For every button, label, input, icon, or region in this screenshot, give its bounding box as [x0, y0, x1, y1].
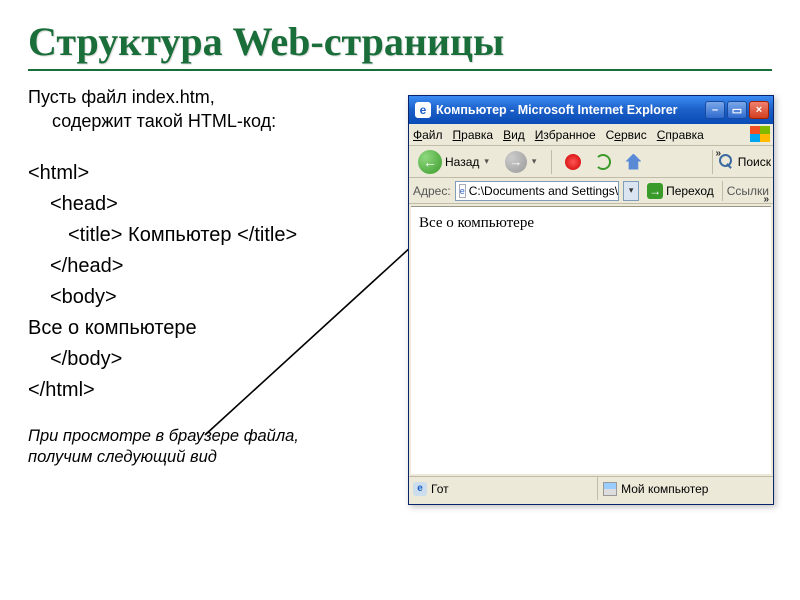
code-line: Все о компьютере [28, 313, 398, 344]
minimize-button[interactable]: – [705, 101, 725, 119]
search-label: Поиск [738, 155, 771, 169]
code-block: <html> <head> <title> Компьютер </title>… [28, 158, 398, 406]
chevron-down-icon[interactable]: ▾ [482, 156, 491, 167]
intro-line-1: Пусть файл index.htm, [28, 87, 215, 107]
maximize-button[interactable]: ▭ [727, 101, 747, 119]
slide-title: Структура Web-страницы [28, 18, 772, 65]
computer-icon [603, 482, 617, 496]
go-button[interactable]: → Переход [643, 183, 718, 199]
refresh-icon [595, 154, 611, 170]
status-text: Гот [431, 482, 449, 496]
footnote-line-1: При просмотре в браузере файла, [28, 427, 299, 445]
titlebar[interactable]: e Компьютер - Microsoft Internet Explore… [409, 96, 773, 124]
page-icon: e [459, 184, 466, 198]
address-value: C:\Documents and Settings\ [469, 184, 618, 198]
back-button[interactable]: ← Назад ▾ [413, 148, 496, 176]
address-label: Адрес: [413, 184, 451, 198]
title-underline [28, 69, 772, 71]
links-button[interactable]: Ссылки [722, 181, 769, 201]
menu-edit[interactable]: Правка [453, 128, 494, 142]
home-icon [625, 154, 641, 170]
menu-view[interactable]: Вид [503, 128, 525, 142]
separator [551, 150, 552, 174]
address-dropdown[interactable]: ▾ [623, 181, 639, 201]
code-line: <body> [28, 282, 398, 313]
chevron-down-icon[interactable]: ▾ [530, 156, 539, 167]
back-label: Назад [445, 155, 479, 169]
forward-button[interactable]: → ▾ [500, 149, 544, 175]
windows-flag-icon [750, 126, 770, 142]
intro-text: Пусть файл index.htm, содержит такой HTM… [28, 85, 398, 134]
menu-tools[interactable]: Сервис [606, 128, 647, 142]
footnote: При просмотре в браузере файла, получим … [28, 426, 398, 469]
search-button[interactable]: Поиск [712, 150, 771, 174]
address-bar: Адрес: e C:\Documents and Settings\ ▾ → … [409, 178, 773, 204]
zone-text: Мой компьютер [621, 482, 708, 496]
code-line: <head> [28, 189, 398, 220]
stop-icon [565, 154, 581, 170]
ie-icon: e [415, 102, 431, 118]
code-line: <title> Компьютер </title> [28, 220, 398, 251]
left-column: Пусть файл index.htm, содержит такой HTM… [28, 85, 398, 468]
status-bar: e Гот Мой компьютер [409, 476, 773, 500]
page-content-text: Все о компьютере [419, 215, 534, 231]
back-arrow-icon: ← [418, 150, 442, 174]
stop-button[interactable] [560, 152, 586, 172]
ie-status-icon: e [413, 482, 427, 496]
browser-window: e Компьютер - Microsoft Internet Explore… [408, 95, 774, 505]
menu-favorites[interactable]: Избранное [535, 128, 596, 142]
address-input[interactable]: e C:\Documents and Settings\ [455, 181, 619, 201]
menu-help[interactable]: Справка [657, 128, 704, 142]
toolbar: ← Назад ▾ → ▾ » Поиск [409, 146, 773, 178]
search-icon [719, 154, 735, 170]
intro-line-2: содержит такой HTML-код: [28, 109, 398, 133]
menubar: ФФайлайл Правка Вид Избранное Сервис Спр… [409, 124, 773, 146]
go-arrow-icon: → [647, 183, 663, 199]
overflow-chevron[interactable]: » [763, 194, 769, 205]
refresh-button[interactable] [590, 152, 616, 172]
code-line: </body> [28, 344, 398, 375]
code-line: <html> [28, 158, 398, 189]
code-line: </html> [28, 375, 398, 406]
forward-arrow-icon: → [505, 151, 527, 173]
code-line: </head> [28, 251, 398, 282]
page-viewport[interactable]: Все о компьютере [411, 206, 771, 474]
window-title: Компьютер - Microsoft Internet Explorer [436, 103, 705, 117]
go-label: Переход [666, 184, 714, 198]
home-button[interactable] [620, 152, 646, 172]
menu-file[interactable]: ФФайлайл [413, 128, 443, 142]
close-button[interactable]: × [749, 101, 769, 119]
footnote-line-2: получим следующий вид [28, 448, 217, 466]
